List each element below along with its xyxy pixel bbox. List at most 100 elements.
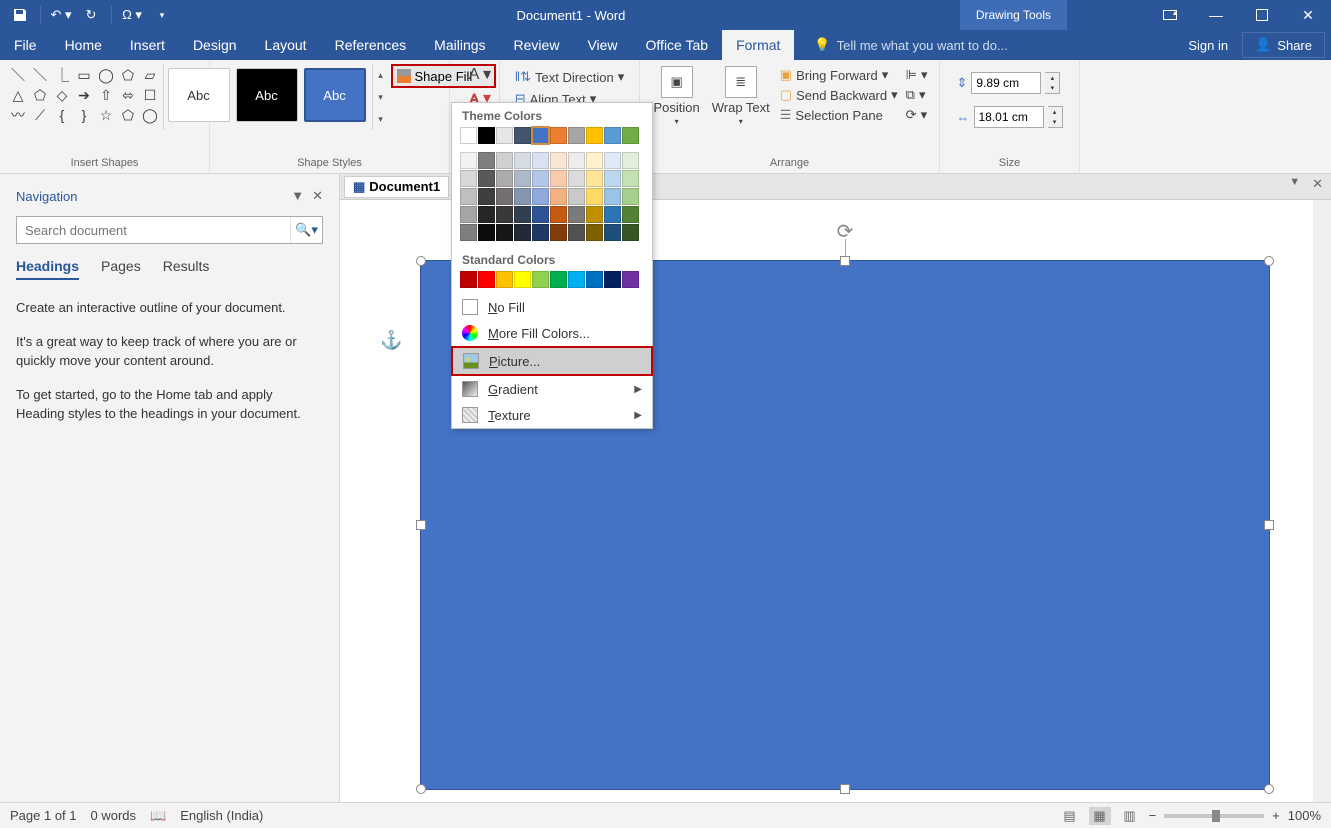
color-swatch[interactable] — [622, 206, 639, 223]
resize-handle-se[interactable] — [1264, 784, 1274, 794]
no-fill-item[interactable]: No Fill — [452, 294, 652, 320]
color-swatch[interactable] — [478, 271, 495, 288]
undo-icon[interactable]: ↶ ▾ — [49, 3, 73, 27]
zoom-out-icon[interactable]: − — [1149, 808, 1157, 823]
tab-review[interactable]: Review — [500, 30, 574, 60]
read-mode-icon[interactable]: ▤ — [1059, 807, 1081, 825]
color-swatch[interactable] — [568, 170, 585, 187]
color-swatch[interactable] — [550, 152, 567, 169]
color-swatch[interactable] — [622, 127, 639, 144]
color-swatch[interactable] — [532, 206, 549, 223]
gradient-item[interactable]: Gradient ▶ — [452, 376, 652, 402]
color-swatch[interactable] — [514, 271, 531, 288]
tab-insert[interactable]: Insert — [116, 30, 179, 60]
height-up[interactable]: ▴ — [1045, 73, 1059, 83]
style-thumb-1[interactable]: Abc — [168, 68, 230, 122]
share-button[interactable]: 👤 Share — [1242, 32, 1325, 58]
page-indicator[interactable]: Page 1 of 1 — [10, 808, 77, 823]
color-swatch[interactable] — [496, 206, 513, 223]
color-swatch[interactable] — [622, 152, 639, 169]
tab-design[interactable]: Design — [179, 30, 251, 60]
color-swatch[interactable] — [460, 152, 477, 169]
minimize-icon[interactable]: — — [1193, 0, 1239, 30]
send-backward-button[interactable]: ▢Send Backward ▾ — [778, 86, 900, 104]
tab-format[interactable]: Format — [722, 30, 794, 60]
document-tab[interactable]: ▦ Document1 — [344, 176, 449, 198]
color-swatch[interactable] — [532, 127, 549, 144]
resize-handle-w[interactable] — [416, 520, 426, 530]
color-swatch[interactable] — [514, 188, 531, 205]
tab-office-tab[interactable]: Office Tab — [632, 30, 723, 60]
position-button[interactable]: ▣ Position▾ — [647, 64, 705, 128]
color-swatch[interactable] — [586, 206, 603, 223]
color-swatch[interactable] — [586, 271, 603, 288]
color-swatch[interactable] — [586, 170, 603, 187]
shapes-gallery[interactable]: ＼＼⎿▭◯⬠▱ △⬠◇➔⇧⬄☐ 〰⟋{}☆⬠◯ — [7, 64, 161, 126]
color-swatch[interactable] — [460, 224, 477, 241]
color-swatch[interactable] — [496, 271, 513, 288]
color-swatch[interactable] — [622, 224, 639, 241]
color-swatch[interactable] — [514, 224, 531, 241]
resize-handle-s[interactable] — [840, 784, 850, 794]
redo-icon[interactable]: ↻ — [79, 3, 103, 27]
nav-dropdown-icon[interactable]: ▼ — [291, 188, 304, 204]
zoom-slider[interactable] — [1164, 814, 1264, 818]
nav-tab-pages[interactable]: Pages — [101, 258, 141, 280]
color-swatch[interactable] — [478, 127, 495, 144]
color-swatch[interactable] — [604, 170, 621, 187]
close-icon[interactable]: ✕ — [1285, 0, 1331, 30]
text-direction-button[interactable]: ‖⇅Text Direction ▾ — [513, 68, 627, 86]
shape-style-gallery[interactable]: Abc Abc Abc — [164, 64, 370, 126]
style-thumb-3[interactable]: Abc — [304, 68, 366, 122]
color-swatch[interactable] — [460, 188, 477, 205]
save-icon[interactable] — [8, 3, 32, 27]
search-input[interactable] — [17, 223, 290, 238]
color-swatch[interactable] — [586, 188, 603, 205]
search-icon[interactable]: 🔍▾ — [290, 217, 322, 243]
color-swatch[interactable] — [550, 170, 567, 187]
color-swatch[interactable] — [496, 224, 513, 241]
color-swatch[interactable] — [622, 188, 639, 205]
width-down[interactable]: ▾ — [1048, 117, 1062, 127]
color-swatch[interactable] — [514, 170, 531, 187]
color-swatch[interactable] — [460, 206, 477, 223]
doc-tab-close-icon[interactable]: ✕ — [1308, 176, 1327, 192]
vertical-scrollbar[interactable] — [1313, 200, 1331, 802]
color-swatch[interactable] — [604, 127, 621, 144]
color-swatch[interactable] — [550, 224, 567, 241]
width-input[interactable] — [974, 106, 1044, 128]
bring-forward-button[interactable]: ▣Bring Forward ▾ — [778, 66, 900, 84]
color-swatch[interactable] — [532, 271, 549, 288]
width-up[interactable]: ▴ — [1048, 107, 1062, 117]
color-swatch[interactable] — [550, 127, 567, 144]
text-fill-icon[interactable]: A ▾ — [469, 64, 493, 84]
color-swatch[interactable] — [604, 271, 621, 288]
color-swatch[interactable] — [550, 188, 567, 205]
resize-handle-sw[interactable] — [416, 784, 426, 794]
color-swatch[interactable] — [568, 188, 585, 205]
texture-item[interactable]: Texture ▶ — [452, 402, 652, 428]
height-control[interactable]: ⇕ ▴▾ — [955, 70, 1063, 96]
color-swatch[interactable] — [496, 127, 513, 144]
color-swatch[interactable] — [460, 170, 477, 187]
color-swatch[interactable] — [514, 206, 531, 223]
color-swatch[interactable] — [586, 127, 603, 144]
color-swatch[interactable] — [460, 127, 477, 144]
color-swatch[interactable] — [568, 271, 585, 288]
spellcheck-icon[interactable]: 📖 — [150, 808, 166, 824]
nav-tab-results[interactable]: Results — [163, 258, 210, 280]
color-swatch[interactable] — [586, 152, 603, 169]
tab-layout[interactable]: Layout — [251, 30, 321, 60]
nav-close-icon[interactable]: ✕ — [312, 188, 323, 204]
color-swatch[interactable] — [460, 271, 477, 288]
color-swatch[interactable] — [478, 206, 495, 223]
selection-pane-button[interactable]: ☰Selection Pane — [778, 106, 900, 124]
omega-icon[interactable]: Ω ▾ — [120, 3, 144, 27]
resize-handle-ne[interactable] — [1264, 256, 1274, 266]
color-swatch[interactable] — [568, 206, 585, 223]
color-swatch[interactable] — [604, 152, 621, 169]
contextual-tab-drawing-tools[interactable]: Drawing Tools — [960, 0, 1067, 30]
color-swatch[interactable] — [532, 224, 549, 241]
tab-references[interactable]: References — [321, 30, 421, 60]
color-swatch[interactable] — [568, 152, 585, 169]
